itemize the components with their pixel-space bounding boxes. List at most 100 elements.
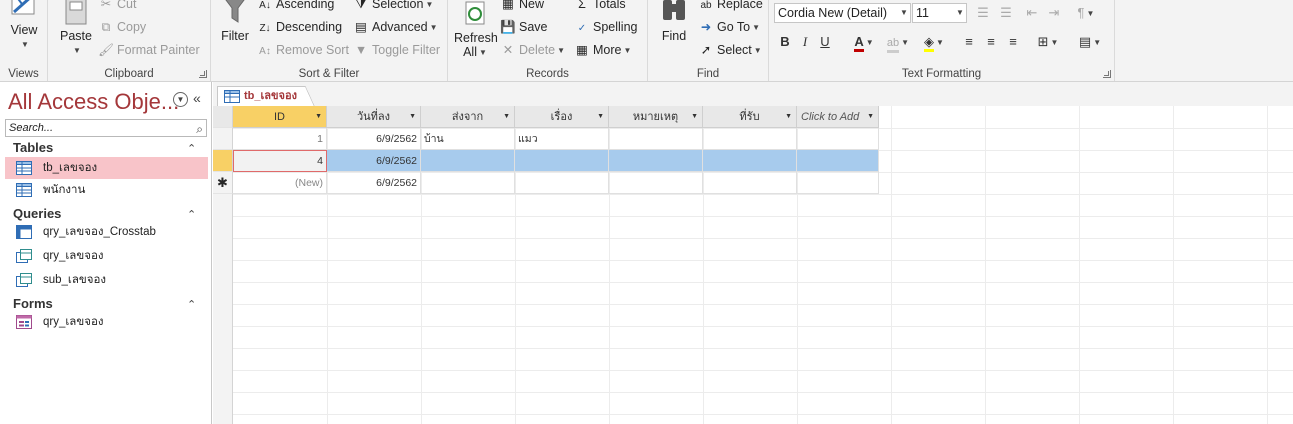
font-name-dropdown[interactable]: Cordia New (Detail) ▼ — [774, 3, 911, 23]
font-color-button[interactable]: A ▼ — [849, 32, 879, 52]
cell-date[interactable]: 6/9/2562 — [327, 128, 421, 150]
italic-button[interactable]: I — [797, 32, 813, 52]
delete-record-button[interactable]: ✕ Delete ▼ — [500, 40, 565, 60]
goto-button[interactable]: ➜ Go To ▼ — [698, 17, 760, 37]
nav-menu-dropdown-icon[interactable]: ▼ — [173, 92, 188, 107]
sort-dropdown-icon[interactable]: ▼ — [597, 106, 604, 128]
spelling-button[interactable]: ✓ Spelling — [574, 17, 638, 37]
cell-add[interactable] — [797, 150, 879, 172]
replace-button[interactable]: ab Replace — [698, 0, 762, 14]
view-button[interactable]: View ▼ — [4, 0, 44, 51]
cell-sender[interactable] — [421, 172, 515, 194]
nav-item-form-reservation[interactable]: qry_เลขจอง — [5, 311, 208, 333]
sort-dropdown-icon[interactable]: ▼ — [315, 106, 322, 128]
row-selector[interactable] — [213, 128, 233, 150]
save-record-button[interactable]: 💾 Save — [500, 17, 547, 37]
cell-subject[interactable] — [515, 150, 609, 172]
cell-id-current[interactable]: 4 — [233, 150, 327, 172]
gridlines-button[interactable]: ⊞ ▼ — [1033, 32, 1063, 52]
nav-section-forms[interactable]: Forms — [13, 296, 53, 311]
more-button[interactable]: ▦ More ▼ — [574, 40, 631, 60]
document-tab[interactable]: tb_เลขจอง — [217, 86, 315, 108]
row-selector-current[interactable] — [213, 150, 233, 172]
section-collapse-icon[interactable]: ⌃ — [187, 208, 196, 221]
column-header-date[interactable]: วันที่ลง ▼ — [327, 106, 421, 128]
sort-dropdown-icon[interactable]: ▼ — [409, 106, 416, 128]
dialog-launcher-icon[interactable] — [1103, 70, 1111, 78]
align-left-button[interactable]: ≡ — [959, 32, 979, 52]
column-header-notes[interactable]: หมายเหตุ ▼ — [609, 106, 703, 128]
select-all-corner[interactable] — [213, 106, 233, 128]
column-header-subject[interactable]: เรื่อง ▼ — [515, 106, 609, 128]
cut-button[interactable]: ✂ Cut — [98, 0, 137, 14]
font-size-dropdown[interactable]: 11 ▼ — [912, 3, 967, 23]
nav-section-queries[interactable]: Queries — [13, 206, 61, 221]
selection-button[interactable]: ⧩ Selection ▼ — [353, 0, 433, 14]
increase-indent-button[interactable]: ⇥ — [1043, 3, 1065, 23]
align-center-button[interactable]: ≡ — [981, 32, 1001, 52]
descending-button[interactable]: Z↓ Descending — [257, 17, 342, 37]
ascending-button[interactable]: A↓ Ascending — [257, 0, 334, 14]
cell-receiver[interactable] — [703, 172, 797, 194]
nav-pane-title[interactable]: All Access Obje... — [8, 89, 179, 115]
bold-button[interactable]: B — [777, 32, 793, 52]
highlight-button[interactable]: ab ▼ — [883, 32, 913, 53]
decrease-indent-button[interactable]: ⇤ — [1021, 3, 1043, 23]
cell-date[interactable]: 6/9/2562 — [327, 172, 421, 194]
select-button[interactable]: ➚ Select ▼ — [698, 40, 762, 60]
cell-subject[interactable] — [515, 172, 609, 194]
underline-button[interactable]: U — [817, 32, 833, 52]
totals-button[interactable]: Σ Totals — [574, 0, 626, 14]
paste-button[interactable]: Paste ▼ — [58, 0, 94, 57]
remove-sort-button[interactable]: A↕ Remove Sort — [257, 40, 349, 60]
new-record-button[interactable]: ▦ New — [500, 0, 544, 14]
cell-sender[interactable] — [421, 150, 515, 172]
sort-dropdown-icon[interactable]: ▼ — [867, 106, 874, 128]
cell-receiver[interactable] — [703, 128, 797, 150]
sort-dropdown-icon[interactable]: ▼ — [785, 106, 792, 128]
column-header-id[interactable]: ID ▼ — [233, 106, 327, 128]
column-header-sender[interactable]: ส่งจาก ▼ — [421, 106, 515, 128]
nav-item-table-employee[interactable]: พนักงาน — [5, 179, 208, 201]
refresh-all-button[interactable]: Refresh All ▼ — [454, 0, 498, 59]
bullets-button[interactable]: ☰ — [972, 3, 994, 23]
toggle-filter-button[interactable]: ▼ Toggle Filter — [353, 40, 440, 60]
align-right-button[interactable]: ≡ — [1003, 32, 1023, 52]
sort-dropdown-icon[interactable]: ▼ — [691, 106, 698, 128]
cell-add[interactable] — [797, 172, 879, 194]
cell-notes[interactable] — [609, 172, 703, 194]
section-collapse-icon[interactable]: ⌃ — [187, 142, 196, 155]
collapse-pane-icon[interactable]: « — [193, 90, 201, 106]
nav-item-query-sub-reservation[interactable]: sub_เลขจอง — [5, 269, 208, 291]
nav-search-input[interactable]: Search... ⌕ — [5, 119, 207, 137]
cell-id-new[interactable]: (New) — [233, 172, 327, 194]
sort-dropdown-icon[interactable]: ▼ — [503, 106, 510, 128]
nav-section-tables[interactable]: Tables — [13, 140, 53, 155]
paragraph-direction-button[interactable]: ¶ ▼ — [1071, 3, 1101, 23]
format-painter-button[interactable]: 🖌 Format Painter — [98, 40, 200, 60]
cell-receiver[interactable] — [703, 150, 797, 172]
cell-date[interactable]: 6/9/2562 — [327, 150, 421, 172]
find-button[interactable]: Find — [656, 0, 692, 43]
cell-add[interactable] — [797, 128, 879, 150]
dialog-launcher-icon[interactable] — [199, 70, 207, 78]
cell-sender[interactable]: บ้าน — [421, 128, 515, 150]
filter-button[interactable]: Filter — [217, 0, 253, 43]
nav-item-query-reservation[interactable]: qry_เลขจอง — [5, 245, 208, 267]
copy-button[interactable]: ⧉ Copy — [98, 17, 147, 37]
new-record-row-selector[interactable]: ✱ — [213, 172, 233, 194]
background-color-button[interactable]: ◈ ▼ — [919, 32, 949, 52]
cell-subject[interactable]: แมว — [515, 128, 609, 150]
column-header-receiver[interactable]: ที่รับ ▼ — [703, 106, 797, 128]
alternate-row-color-button[interactable]: ▤ ▼ — [1075, 32, 1105, 52]
section-collapse-icon[interactable]: ⌃ — [187, 298, 196, 311]
nav-item-table-tb-reservation[interactable]: tb_เลขจอง — [5, 157, 208, 179]
search-icon[interactable]: ⌕ — [196, 121, 203, 137]
nav-item-query-crosstab[interactable]: qry_เลขจอง_Crosstab — [5, 221, 208, 243]
cell-id[interactable]: 1 — [233, 128, 327, 150]
cell-notes[interactable] — [609, 128, 703, 150]
advanced-button[interactable]: ▤ Advanced ▼ — [353, 17, 437, 37]
cell-notes[interactable] — [609, 150, 703, 172]
click-to-add-column[interactable]: Click to Add ▼ — [797, 106, 879, 128]
numbering-button[interactable]: ☰ — [995, 3, 1017, 23]
